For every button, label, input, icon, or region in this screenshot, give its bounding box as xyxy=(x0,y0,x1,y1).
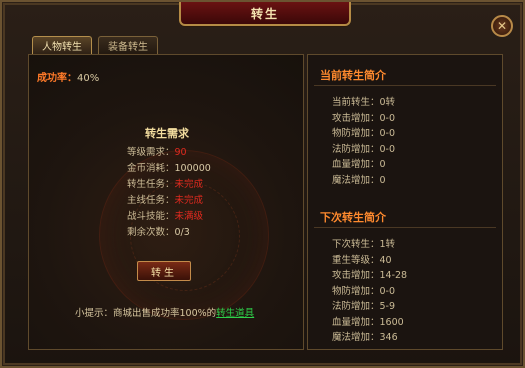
divider xyxy=(314,227,496,228)
requirement-row: 金币消耗：100000 xyxy=(127,161,211,177)
requirement-row: 转生任务：未完成 xyxy=(127,177,211,193)
stat-row: 当前转生：0转 xyxy=(332,97,396,108)
requirement-row: 战斗技能：未满级 xyxy=(127,209,211,225)
next-stats-list: 下次转生：1转 重生等级：40 攻击增加：14-28 物防增加：0-0 法防增加… xyxy=(332,237,407,346)
rebirth-summary-panel: 当前转生简介 当前转生：0转 攻击增加：0-0 物防增加：0-0 法防增加：0-… xyxy=(307,54,503,350)
requirement-key: 剩余次数： xyxy=(127,227,175,238)
next-rebirth-title: 下次转生简介 xyxy=(320,211,386,224)
requirement-row: 等级需求：90 xyxy=(127,145,211,161)
success-rate-value: 40% xyxy=(77,73,100,84)
tip-text: 小提示：商城出售成功率100%的转生道具 xyxy=(75,305,254,319)
requirement-value: 100000 xyxy=(174,163,211,174)
requirement-key: 战斗技能： xyxy=(127,211,175,222)
requirements-list: 等级需求：90 金币消耗：100000 转生任务：未完成 主线任务：未完成 战斗… xyxy=(127,145,211,241)
rebirth-window: 转生 ✕ 人物转生 装备转生 成功率：40% 转生需求 等级需求：90 金币消耗… xyxy=(0,0,525,368)
stat-row: 物防增加：0-0 xyxy=(332,285,396,297)
requirement-value: 未满级 xyxy=(174,211,204,222)
requirement-value: 0/3 xyxy=(174,227,190,238)
stat-row: 魔法增加：0 xyxy=(332,174,386,186)
rebirth-button[interactable]: 转生 xyxy=(137,261,191,281)
stat-row: 重生等级：40 xyxy=(332,254,392,266)
stat-row: 血量增加：1600 xyxy=(332,316,404,328)
tip-prefix: 小提示：商城出售成功率100%的 xyxy=(75,308,217,319)
current-rebirth-title: 当前转生简介 xyxy=(320,69,386,82)
rebirth-item-link[interactable]: 转生道具 xyxy=(216,308,254,319)
requirement-value: 未完成 xyxy=(174,195,204,206)
stat-row: 法防增加：0-0 xyxy=(332,143,396,155)
stat-row: 血量增加：0 xyxy=(332,159,386,170)
stat-row: 魔法增加：346 xyxy=(332,332,398,343)
stat-row: 法防增加：5-9 xyxy=(332,301,396,312)
requirement-key: 等级需求： xyxy=(127,147,175,158)
tab-equipment-rebirth[interactable]: 装备转生 xyxy=(98,36,158,54)
stat-row: 攻击增加：14-28 xyxy=(332,270,408,281)
stat-row: 下次转生：1转 xyxy=(332,239,396,250)
requirement-key: 金币消耗： xyxy=(127,163,175,174)
tab-character-rebirth[interactable]: 人物转生 xyxy=(32,36,92,54)
stat-row: 攻击增加：0-0 xyxy=(332,112,396,124)
close-icon[interactable]: ✕ xyxy=(491,15,513,37)
requirement-row: 剩余次数：0/3 xyxy=(127,225,211,241)
current-stats-list: 当前转生：0转 攻击增加：0-0 物防增加：0-0 法防增加：0-0 血量增加：… xyxy=(332,95,395,188)
requirement-key: 主线任务： xyxy=(127,195,175,206)
success-rate: 成功率：40% xyxy=(37,69,99,84)
requirement-value: 90 xyxy=(174,147,187,158)
stat-row: 物防增加：0-0 xyxy=(332,128,396,139)
success-rate-label: 成功率： xyxy=(37,73,77,84)
requirement-key: 转生任务： xyxy=(127,179,175,190)
requirement-value: 未完成 xyxy=(174,179,204,190)
rebirth-requirements-panel: 成功率：40% 转生需求 等级需求：90 金币消耗：100000 转生任务：未完… xyxy=(28,54,304,350)
window-title: 转生 xyxy=(179,2,351,26)
divider xyxy=(314,85,496,86)
requirements-title: 转生需求 xyxy=(145,127,189,140)
tab-bar: 人物转生 装备转生 xyxy=(32,36,158,54)
requirement-row: 主线任务：未完成 xyxy=(127,193,211,209)
